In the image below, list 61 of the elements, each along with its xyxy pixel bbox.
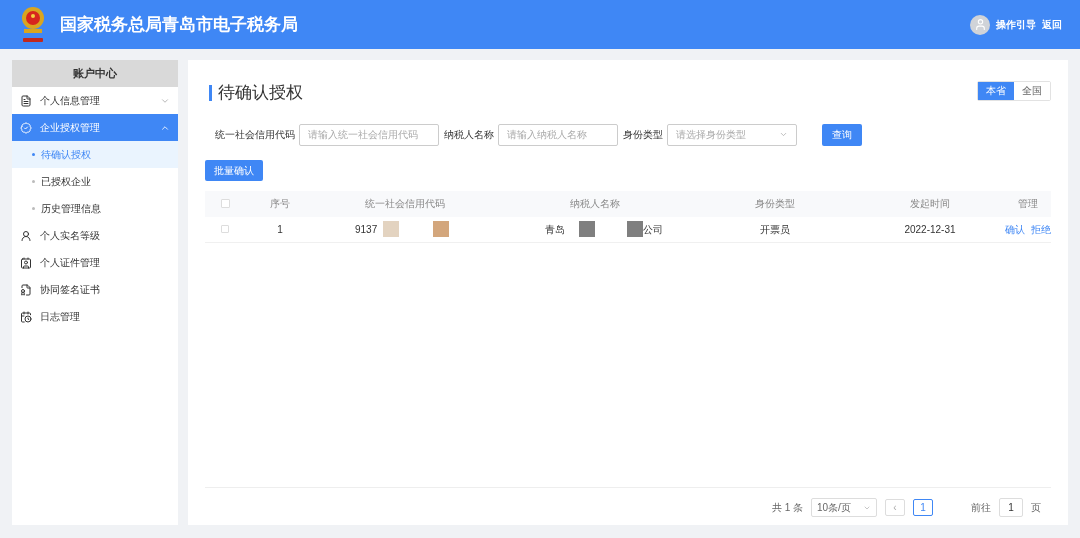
table-cell-text: 9137 [355, 222, 378, 237]
filter-label: 身份类型 [623, 128, 663, 142]
header-link[interactable]: 操作引导 [996, 17, 1036, 32]
goto-label: 前往 [971, 501, 991, 515]
bullet-icon [32, 180, 35, 183]
sidebar-item[interactable]: 日志管理 [12, 303, 178, 330]
sidebar-item[interactable]: 个人证件管理 [12, 249, 178, 276]
column-header: 纳税人名称 [570, 197, 620, 211]
table-cell-text: 开票员 [760, 222, 790, 237]
avatar-icon[interactable] [970, 14, 990, 35]
filter-input[interactable]: 请输入纳税人名称 [498, 123, 618, 146]
certificate-icon [20, 283, 32, 296]
submenu-item[interactable]: 已授权企业 [12, 168, 178, 195]
action-link[interactable]: 拒绝 [1031, 221, 1051, 237]
table-cell-text: 1 [277, 222, 283, 237]
filter-label: 统一社会信用代码 [215, 128, 295, 142]
filter-label: 纳税人名称 [444, 128, 494, 142]
checkbox[interactable] [220, 199, 230, 208]
sidebar-item[interactable]: 个人信息管理 [12, 87, 178, 114]
bullet-icon [32, 153, 35, 156]
scope-tab[interactable]: 本省 [978, 81, 1014, 100]
column-header: 发起时间 [910, 197, 950, 211]
submenu-item[interactable]: 历史管理信息 [12, 195, 178, 222]
table-cell-text: 公司 [643, 222, 663, 237]
calendar-icon [20, 310, 32, 323]
prev-page-button[interactable]: ‹ [885, 499, 905, 516]
document-icon [20, 94, 32, 107]
id-card-icon [20, 256, 32, 269]
goto-input[interactable]: 1 [999, 498, 1023, 517]
redaction-mask [627, 221, 643, 237]
page-button[interactable]: 1 [913, 499, 933, 516]
page-size-select[interactable]: 10条/页 [811, 498, 877, 517]
column-header: 统一社会信用代码 [365, 197, 445, 211]
redaction-mask [579, 221, 595, 237]
goto-suffix: 页 [1031, 501, 1041, 515]
table-cell-text: 2022-12-31 [904, 222, 956, 237]
sidebar-title: 账户中心 [12, 60, 178, 87]
search-button[interactable]: 查询 [822, 123, 862, 146]
bullet-icon [32, 207, 35, 210]
submenu-item[interactable]: 待确认授权 [12, 141, 178, 168]
sidebar-item[interactable]: 个人实名等级 [12, 222, 178, 249]
redaction-mask [383, 221, 400, 237]
type-select[interactable]: 请选择身份类型 [667, 123, 797, 146]
redaction-mask [433, 221, 450, 237]
chevron-down-icon [779, 130, 788, 139]
site-title: 国家税务总局青岛市电子税务局 [60, 13, 298, 36]
sidebar-item[interactable]: 协同签名证书 [12, 276, 178, 303]
row-checkbox[interactable] [221, 225, 229, 233]
header-link[interactable]: 返回 [1042, 17, 1062, 32]
badge-check-icon [20, 121, 32, 134]
batch-confirm-button[interactable]: 批量确认 [205, 159, 263, 181]
column-header: 序号 [270, 197, 290, 211]
sidebar-item[interactable]: 企业授权管理 [12, 114, 178, 141]
table-cell-text: 青岛 [545, 222, 565, 237]
page-title: 待确认授权 [218, 82, 303, 104]
column-header: 身份类型 [755, 197, 795, 211]
total-count: 共 1 条 [771, 501, 803, 515]
person-icon [20, 229, 32, 242]
title-accent [209, 84, 212, 101]
action-link[interactable]: 确认 [1005, 221, 1025, 237]
column-header: 管理 [1018, 197, 1038, 211]
